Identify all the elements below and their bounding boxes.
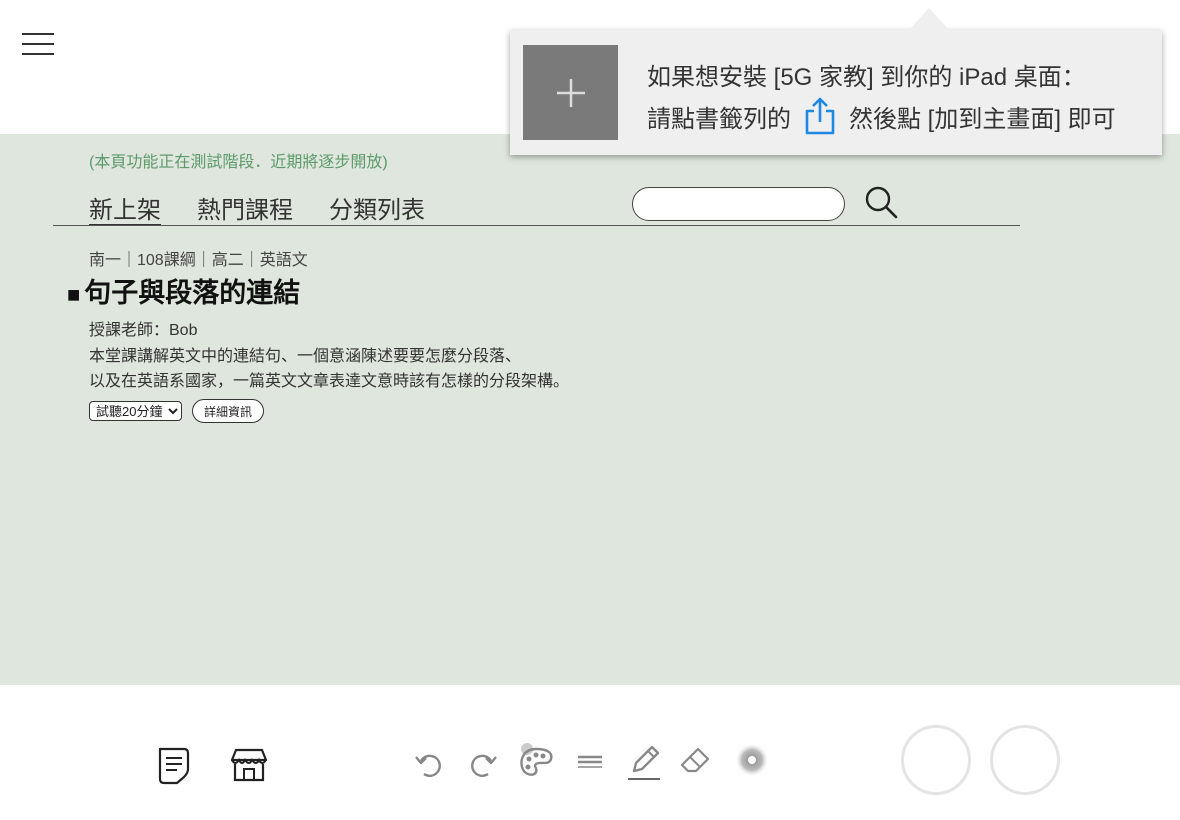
course-title-text: 句子與段落的連結: [84, 278, 301, 308]
beta-note: (本頁功能正在測試階段．近期將逐步開放): [89, 154, 388, 171]
tab-new[interactable]: 新上架: [89, 190, 161, 227]
search-input[interactable]: [632, 187, 845, 221]
menu-hamburger-icon[interactable]: [22, 33, 54, 57]
install-hint-line1: 如果想安裝 [5G 家教] 到你的 iPad 桌面：: [647, 64, 1086, 91]
bottom-toolbar: [0, 685, 1180, 820]
details-button[interactable]: 詳細資訊: [192, 399, 265, 423]
redo-icon[interactable]: [467, 749, 499, 781]
course-title: ■ 句子與段落的連結: [67, 271, 300, 310]
undo-icon[interactable]: [413, 749, 445, 781]
add-to-home-icon: [523, 45, 618, 140]
course-item: 南一｜108課綱｜高二｜英語文 ■ 句子與段落的連結 授課老師：Bob 本堂課講解…: [67, 246, 989, 423]
notes-icon[interactable]: [155, 745, 193, 785]
course-desc-line: 本堂課講解英文中的連結句、一個意涵陳述要要怎麼分段落、: [89, 348, 522, 365]
course-teacher: 授課老師：Bob: [89, 322, 198, 339]
course-description: 本堂課講解英文中的連結句、一個意涵陳述要要怎麼分段落、 以及在英語系國家，一篇英…: [89, 344, 569, 394]
tab-categories[interactable]: 分類列表: [329, 190, 425, 227]
eraser-icon[interactable]: [678, 741, 714, 777]
line-width-icon[interactable]: [576, 753, 604, 769]
palette-icon[interactable]: [516, 741, 556, 781]
course-panel: (本頁功能正在測試階段．近期將逐步開放) 新上架 熱門課程 分類列表 南一｜10…: [0, 134, 1180, 685]
circle-button-right[interactable]: [990, 725, 1060, 795]
store-icon[interactable]: [230, 747, 268, 783]
course-desc-line: 以及在英語系國家，一篇英文文章表達文意時該有怎樣的分段架構。: [89, 373, 570, 390]
install-hint-line2: 請點書籤列的 然後點 [加到主畫面] 即可: [647, 96, 1116, 136]
circle-button-left[interactable]: [901, 725, 971, 795]
tabs-divider: [53, 225, 1020, 226]
brush-size-icon[interactable]: [734, 742, 770, 778]
pen-icon[interactable]: [626, 741, 662, 783]
trial-duration-select[interactable]: 試聽20分鐘: [89, 401, 182, 421]
install-hint-before: 請點書籤列的: [647, 105, 791, 133]
install-hint-popup: 如果想安裝 [5G 家教] 到你的 iPad 桌面： 請點書籤列的 然後點 [加…: [510, 8, 1162, 155]
course-breadcrumb: 南一｜108課綱｜高二｜英語文: [89, 252, 308, 269]
install-hint-after: 然後點 [加到主畫面] 即可: [849, 105, 1116, 133]
course-actions: 試聽20分鐘 詳細資訊: [89, 399, 265, 423]
share-icon: [805, 97, 835, 135]
page: (本頁功能正在測試階段．近期將逐步開放) 新上架 熱門課程 分類列表 南一｜10…: [0, 0, 1180, 820]
tab-popular[interactable]: 熱門課程: [197, 190, 293, 227]
search-icon[interactable]: [864, 185, 898, 219]
course-tabs: 新上架 熱門課程 分類列表: [89, 190, 425, 227]
square-bullet-icon: ■: [67, 282, 81, 307]
